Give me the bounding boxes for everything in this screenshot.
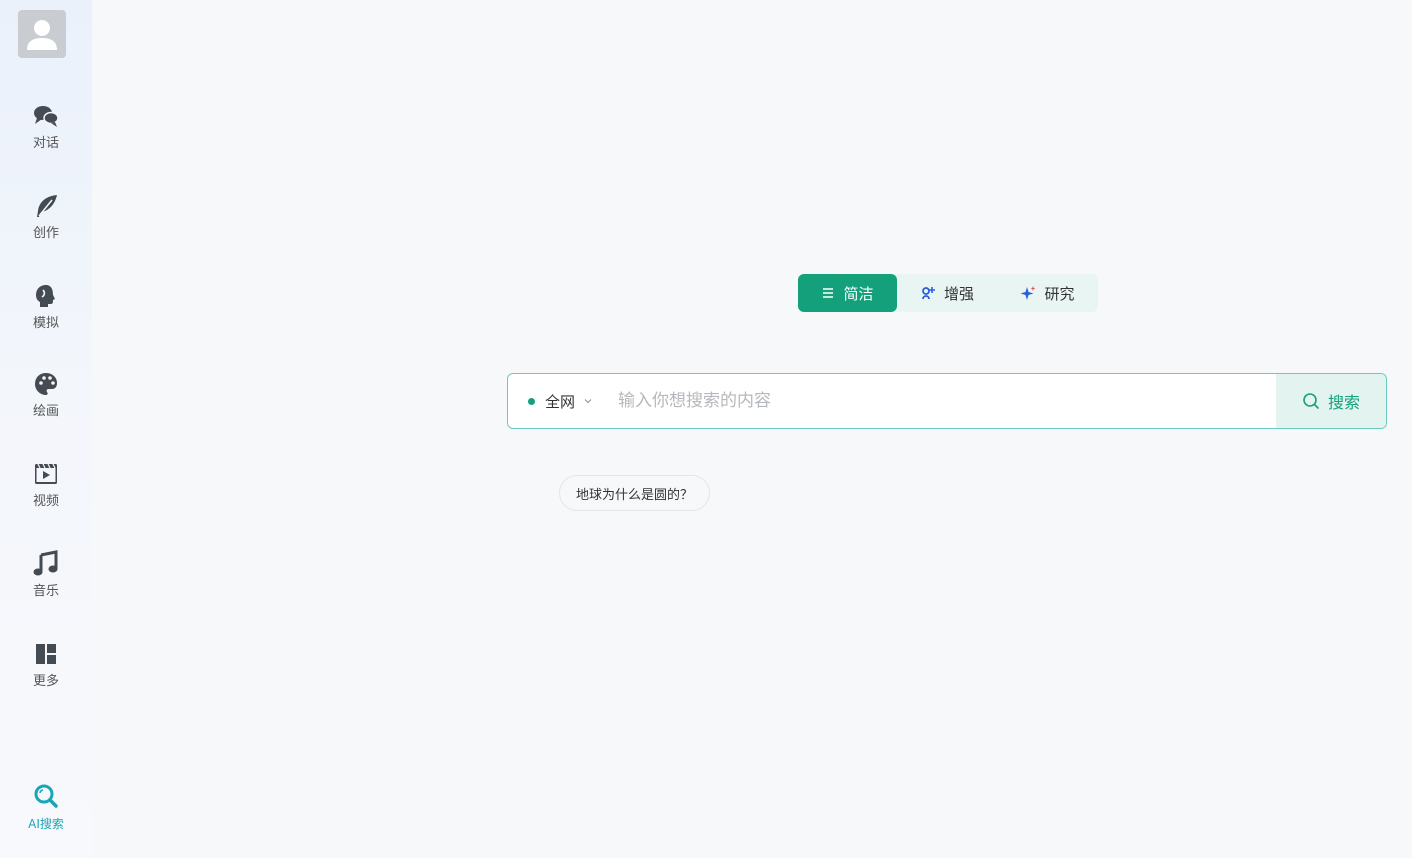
- sidebar-item-video[interactable]: 视频: [0, 460, 92, 530]
- search-button-label: 搜索: [1327, 393, 1360, 412]
- search-button[interactable]: 搜索: [1276, 374, 1386, 428]
- mode-research[interactable]: 研究: [997, 274, 1098, 312]
- sidebar-item-chat[interactable]: 对话: [0, 102, 92, 172]
- sidebar-item-create[interactable]: 创作: [0, 192, 92, 262]
- chevron-down-icon: [584, 399, 592, 404]
- search-icon: [1303, 393, 1319, 409]
- sidebar-item-label: 绘画: [32, 404, 59, 419]
- palette-icon: [32, 370, 60, 398]
- list-icon: [823, 288, 834, 298]
- suggestion-text: 地球为什么是圆的？: [576, 487, 694, 503]
- search-bar: 全网 搜索: [507, 373, 1387, 429]
- chat-bubbles-icon: [32, 102, 60, 130]
- sidebar-item-more[interactable]: 更多: [0, 640, 92, 710]
- head-profile-icon: [32, 282, 60, 310]
- avatar[interactable]: [18, 10, 66, 58]
- mode-enhanced[interactable]: 增强: [897, 274, 997, 312]
- search-scope-label: 全网: [545, 392, 576, 411]
- main-area: [92, 0, 1412, 858]
- enhance-icon: [922, 287, 935, 300]
- user-avatar-icon: [27, 20, 57, 50]
- sidebar-item-draw[interactable]: 绘画: [0, 370, 92, 440]
- sidebar-item-label: 音乐: [32, 584, 59, 599]
- sidebar-item-music[interactable]: 音乐: [0, 550, 92, 620]
- mode-label: 研究: [1044, 284, 1075, 303]
- mode-concise[interactable]: 简洁: [798, 274, 897, 312]
- search-magnifier-icon: [32, 782, 60, 810]
- sidebar-item-ai-search[interactable]: AI搜索: [0, 782, 92, 852]
- feather-icon: [32, 192, 60, 220]
- search-mode-switch: 简洁 增强 研究: [798, 274, 1098, 312]
- sidebar-item-simulate[interactable]: 模拟: [0, 282, 92, 352]
- sidebar-item-label: AI搜索: [28, 817, 64, 831]
- music-note-icon: [32, 550, 60, 578]
- search-input[interactable]: [612, 374, 1276, 428]
- sidebar-item-label: 模拟: [32, 316, 59, 331]
- video-clapper-icon: [32, 460, 60, 488]
- sparkle-icon: [1020, 286, 1036, 300]
- search-scope-dropdown[interactable]: 全网: [508, 374, 612, 428]
- grid-layout-icon: [32, 640, 60, 668]
- sidebar-item-label: 视频: [32, 494, 59, 509]
- sidebar-item-label: 对话: [32, 136, 59, 151]
- sidebar-item-label: 更多: [32, 674, 59, 689]
- sidebar-item-label: 创作: [32, 226, 59, 241]
- sidebar: 对话 创作 模拟 绘画 视频 音乐 更多 AI搜索: [0, 0, 92, 858]
- status-dot: [528, 397, 535, 405]
- suggestion-chip[interactable]: 地球为什么是圆的？: [559, 475, 711, 511]
- mode-label: 增强: [943, 284, 974, 303]
- mode-label: 简洁: [843, 284, 874, 303]
